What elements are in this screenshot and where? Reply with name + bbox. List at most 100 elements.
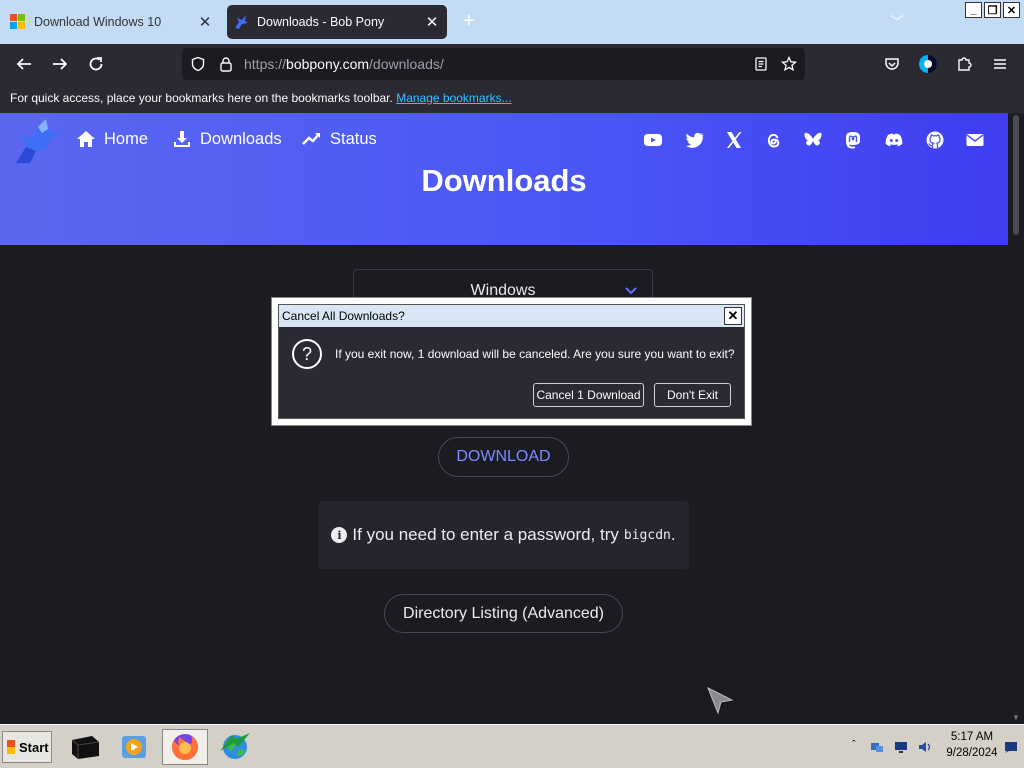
firefox-icon <box>172 734 198 760</box>
page-title: Downloads <box>421 163 587 198</box>
network-globe-icon <box>220 733 250 759</box>
windows-logo-icon <box>10 14 26 30</box>
cancel-download-button[interactable]: Cancel 1 Download <box>533 383 644 407</box>
email-link[interactable] <box>964 129 986 151</box>
navigation-toolbar: https://bobpony.com/downloads/ <box>0 44 1024 84</box>
dialog-title: Cancel All Downloads? <box>282 309 405 323</box>
tab-title: Downloads - Bob Pony <box>257 15 385 29</box>
url-bar[interactable]: https://bobpony.com/downloads/ <box>182 48 805 80</box>
scrollbar-thumb[interactable] <box>1013 115 1019 235</box>
mail-icon <box>966 134 984 146</box>
bob-pony-logo-icon[interactable] <box>12 117 64 165</box>
forward-button[interactable] <box>48 52 72 76</box>
taskbar-app-firefox[interactable] <box>162 729 208 765</box>
nav-status-label: Status <box>330 129 377 148</box>
bluesky-link[interactable] <box>802 129 824 151</box>
system-clock[interactable]: 5:17 AM 9/28/2024 <box>934 729 1010 761</box>
nav-downloads-label: Downloads <box>200 129 282 148</box>
account-avatar-icon <box>919 55 937 73</box>
shield-icon[interactable] <box>190 56 206 72</box>
tab-downloads-bob-pony[interactable]: Downloads - Bob Pony ✕ <box>227 5 447 39</box>
nav-home-label: Home <box>104 129 149 148</box>
taskbar-app-network[interactable] <box>212 729 258 765</box>
console-app-icon <box>71 736 100 759</box>
pocket-button[interactable] <box>880 52 904 76</box>
taskbar-app-console[interactable] <box>62 729 108 765</box>
dialog-body: Cancel All Downloads? ✕ ? If you exit no… <box>278 304 745 419</box>
download-icon <box>174 131 190 147</box>
x-link[interactable] <box>723 129 745 151</box>
info-icon: i <box>331 527 348 543</box>
page-scrollbar[interactable]: ▼ <box>1008 113 1024 724</box>
new-tab-button[interactable]: + <box>458 10 480 32</box>
trending-up-icon <box>302 133 320 145</box>
hamburger-menu-icon <box>994 59 1006 69</box>
arrow-left-icon <box>16 58 31 70</box>
arrow-right-icon <box>53 58 68 70</box>
extensions-button[interactable] <box>952 52 976 76</box>
password-hint-box: i If you need to enter a password, try b… <box>318 501 689 569</box>
tab-strip: Download Windows 10 ✕ Downloads - Bob Po… <box>0 0 1024 44</box>
threads-icon <box>767 133 780 148</box>
hero-banner: Home Downloads Status Downloads <box>0 113 1008 245</box>
media-player-icon <box>122 736 146 758</box>
nav-downloads-link[interactable]: Downloads <box>172 129 282 149</box>
bobpony-favicon-icon <box>235 15 248 29</box>
start-flag-icon <box>7 740 15 754</box>
start-label: Start <box>19 739 49 755</box>
github-link[interactable] <box>924 129 946 151</box>
tab-title: Download Windows 10 <box>34 15 162 29</box>
nav-status-link[interactable]: Status <box>302 129 377 149</box>
mouse-cursor-icon <box>707 686 734 715</box>
nav-home-link[interactable]: Home <box>76 129 148 149</box>
minimize-button[interactable]: _ <box>965 2 982 18</box>
show-hidden-icons-icon[interactable]: ˆ <box>852 739 866 751</box>
youtube-link[interactable] <box>642 129 664 151</box>
bluesky-icon <box>804 132 822 146</box>
home-icon <box>77 131 95 147</box>
url-text[interactable]: https://bobpony.com/downloads/ <box>244 56 444 72</box>
question-icon: ? <box>292 339 322 369</box>
reload-icon <box>89 57 103 71</box>
start-button[interactable]: Start <box>2 731 52 763</box>
twitter-link[interactable] <box>683 129 705 151</box>
hint-text: If you need to enter a password, try <box>352 525 619 544</box>
taskbar: Start ˆ 5:17 AM 9/28/2024 <box>0 724 1024 768</box>
back-button[interactable] <box>12 52 36 76</box>
bookmarks-toolbar: For quick access, place your bookmarks h… <box>0 84 1024 113</box>
close-window-button[interactable]: ✕ <box>1003 2 1020 18</box>
twitter-icon <box>685 132 704 148</box>
scroll-down-arrow-icon[interactable]: ▼ <box>1012 713 1020 722</box>
menu-button[interactable] <box>988 52 1012 76</box>
dialog-close-button[interactable]: ✕ <box>724 307 742 325</box>
threads-link[interactable] <box>762 129 784 151</box>
network-status-icon[interactable] <box>870 741 884 753</box>
bookmark-star-icon[interactable] <box>781 56 797 72</box>
account-button[interactable] <box>916 52 940 76</box>
site-navbar: Home Downloads Status <box>0 113 1008 167</box>
restore-button[interactable]: ❐ <box>984 2 1001 18</box>
puzzle-piece-icon <box>958 57 972 71</box>
clock-date: 9/28/2024 <box>946 747 998 759</box>
discord-icon <box>885 133 903 147</box>
mastodon-link[interactable] <box>842 129 864 151</box>
taskbar-app-media-player[interactable] <box>111 729 157 765</box>
download-button[interactable]: DOWNLOAD <box>438 437 569 477</box>
close-tab-icon[interactable]: ✕ <box>194 11 216 33</box>
display-icon[interactable] <box>894 741 908 753</box>
dialog-message: If you exit now, 1 download will be canc… <box>335 347 735 361</box>
list-all-tabs-icon[interactable]: ﹀ <box>890 12 904 32</box>
close-tab-icon[interactable]: ✕ <box>421 11 443 33</box>
tab-download-windows-10[interactable]: Download Windows 10 ✕ <box>4 5 220 39</box>
directory-listing-button[interactable]: Directory Listing (Advanced) <box>384 594 623 633</box>
reload-button[interactable] <box>84 52 108 76</box>
mastodon-icon <box>846 132 860 149</box>
volume-icon[interactable] <box>918 741 932 753</box>
reader-view-icon[interactable] <box>753 56 769 72</box>
lock-icon[interactable] <box>218 56 234 72</box>
discord-link[interactable] <box>883 129 905 151</box>
dont-exit-button[interactable]: Don't Exit <box>654 383 731 407</box>
window-controls: _ ❐ ✕ <box>965 2 1020 18</box>
manage-bookmarks-link[interactable]: Manage bookmarks... <box>396 91 511 105</box>
cancel-downloads-dialog: Cancel All Downloads? ✕ ? If you exit no… <box>271 297 752 426</box>
